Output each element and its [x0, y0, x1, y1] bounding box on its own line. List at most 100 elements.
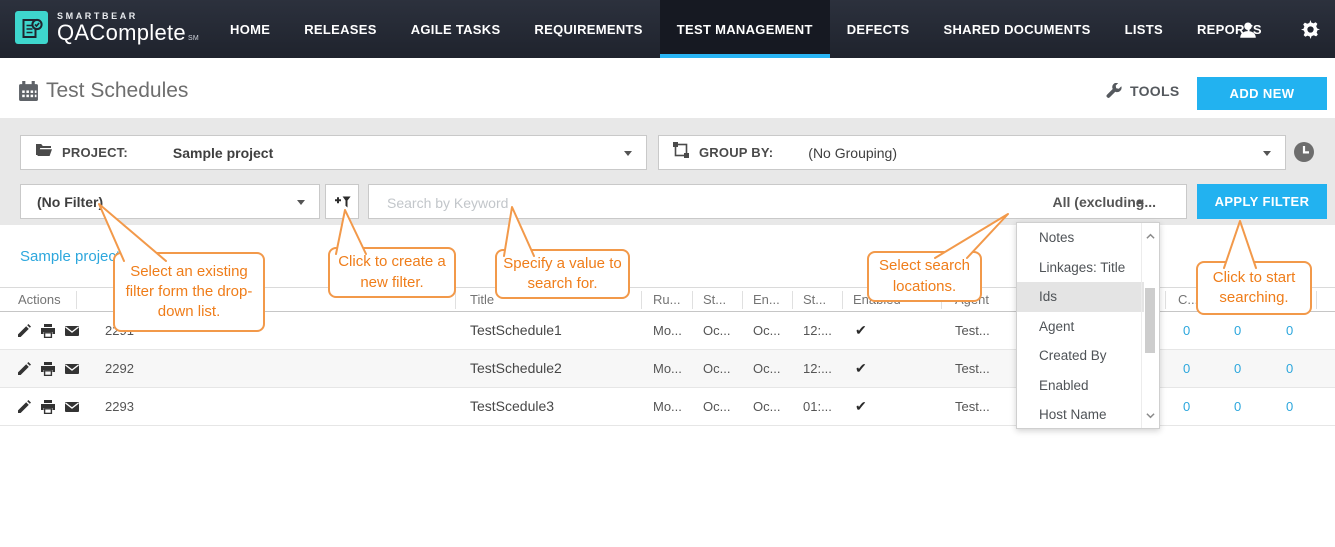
edit-pencil-icon[interactable] — [17, 400, 31, 414]
nav-item-requirements[interactable]: REQUIREMENTS — [517, 0, 659, 58]
calendar-icon — [18, 81, 39, 107]
column-header-start[interactable]: St... — [703, 288, 726, 312]
nav-item-defects[interactable]: DEFECTS — [830, 0, 927, 58]
column-divider — [742, 291, 743, 309]
cell-time: 12:... — [803, 323, 832, 338]
enabled-check-icon: ✔ — [855, 360, 867, 376]
dropdown-item-host-name[interactable]: Host Name — [1017, 400, 1144, 430]
qacomplete-app: SMARTBEAR QAComplete SM HOME RELEASES AGI… — [0, 0, 1335, 547]
cell-title: TestSchedule2 — [470, 360, 562, 376]
saved-filter-select[interactable]: (No Filter) — [20, 184, 320, 219]
cell-start: Oc... — [703, 361, 731, 376]
nav-item-reports[interactable]: REPORTS — [1180, 0, 1279, 58]
cell-count-link[interactable]: 0 — [1286, 312, 1293, 349]
cell-title: TestSchedule1 — [470, 322, 562, 338]
dropdown-item-enabled[interactable]: Enabled — [1017, 371, 1144, 401]
row-actions — [17, 312, 79, 349]
group-by-icon — [673, 142, 689, 163]
edit-pencil-icon[interactable] — [17, 324, 31, 338]
page-title: Test Schedules — [46, 79, 189, 102]
column-divider — [692, 291, 693, 309]
dropdown-item-notes[interactable]: Notes — [1017, 223, 1144, 253]
smartbear-logo-icon — [15, 11, 48, 45]
print-icon[interactable] — [41, 399, 55, 414]
cell-count-link[interactable]: 0 — [1183, 388, 1190, 425]
saved-filter-value: (No Filter) — [37, 193, 104, 210]
edit-pencil-icon[interactable] — [17, 362, 31, 376]
scroll-down-icon[interactable] — [1146, 406, 1155, 424]
nav-item-lists[interactable]: LISTS — [1108, 0, 1180, 58]
service-mark: SM — [187, 35, 200, 42]
column-divider — [842, 291, 843, 309]
enabled-check-icon: ✔ — [855, 398, 867, 414]
email-envelope-icon[interactable] — [65, 400, 79, 414]
nav-item-agile-tasks[interactable]: AGILE TASKS — [394, 0, 518, 58]
scroll-up-icon[interactable] — [1146, 227, 1155, 245]
cell-count-link[interactable]: 0 — [1183, 350, 1190, 387]
callout-search-locations: Select search locations. — [867, 251, 982, 302]
project-select[interactable]: PROJECT: Sample project — [20, 135, 647, 170]
dropdown-item-created-by[interactable]: Created By — [1017, 341, 1144, 371]
cell-start: Oc... — [703, 399, 731, 414]
cell-id: 2293 — [105, 399, 134, 414]
dropdown-item-ids[interactable]: Ids — [1017, 282, 1144, 312]
column-header-run[interactable]: Ru... — [653, 288, 680, 312]
cell-id: 2292 — [105, 361, 134, 376]
group-by-label: GROUP BY: — [699, 145, 774, 160]
chevron-down-icon — [624, 151, 632, 156]
apply-filter-button[interactable]: APPLY FILTER — [1197, 184, 1327, 219]
column-header-time[interactable]: St... — [803, 288, 826, 312]
print-icon[interactable] — [41, 361, 55, 376]
callout-select-existing-filter: Select an existing filter form the drop-… — [113, 252, 265, 332]
cell-count-link[interactable]: 0 — [1286, 388, 1293, 425]
project-group-link[interactable]: Sample project — [20, 248, 120, 265]
callout-create-new-filter: Click to create a new filter. — [328, 247, 456, 298]
cell-count-link[interactable]: 0 — [1234, 350, 1241, 387]
group-by-value: (No Grouping) — [808, 144, 897, 161]
column-header-actions[interactable]: Actions — [18, 288, 61, 312]
cell-count-link[interactable]: 0 — [1234, 312, 1241, 349]
folder-icon — [35, 143, 52, 162]
project-value: Sample project — [172, 144, 274, 161]
chevron-up-icon — [1136, 199, 1144, 204]
add-new-button[interactable]: ADD NEW — [1197, 77, 1327, 110]
column-header-end[interactable]: En... — [753, 288, 780, 312]
gear-icon[interactable] — [1301, 20, 1321, 40]
print-icon[interactable] — [41, 323, 55, 338]
cell-run: Mo... — [653, 399, 682, 414]
search-locations-dropdown: Notes Linkages: Title Ids Agent Created … — [1016, 222, 1160, 429]
dropdown-scrollbar[interactable] — [1141, 223, 1159, 428]
keyword-search-box: All (excluding... — [368, 184, 1187, 220]
email-envelope-icon[interactable] — [65, 362, 79, 376]
cell-count-link[interactable]: 0 — [1286, 350, 1293, 387]
cell-start: Oc... — [703, 323, 731, 338]
history-clock-icon[interactable] — [1292, 140, 1316, 164]
create-filter-button[interactable] — [325, 184, 359, 219]
nav-item-test-management[interactable]: TEST MANAGEMENT — [659, 0, 830, 58]
column-divider — [1165, 291, 1166, 309]
project-label: PROJECT: — [62, 145, 128, 160]
nav-item-shared-documents[interactable]: SHARED DOCUMENTS — [927, 0, 1108, 58]
enabled-check-icon: ✔ — [855, 322, 867, 338]
nav-item-home[interactable]: HOME — [213, 0, 287, 58]
dropdown-item-linkages-title[interactable]: Linkages: Title — [1017, 253, 1144, 283]
cell-agent: Test... — [955, 361, 990, 376]
search-input[interactable] — [385, 185, 949, 220]
group-by-select[interactable]: GROUP BY: (No Grouping) — [658, 135, 1286, 170]
user-icon[interactable] — [1238, 20, 1258, 40]
cell-time: 12:... — [803, 361, 832, 376]
nav-item-releases[interactable]: RELEASES — [287, 0, 393, 58]
add-filter-icon — [334, 196, 351, 207]
tools-label: TOOLS — [1130, 83, 1180, 99]
column-header-title[interactable]: Title — [470, 288, 494, 312]
tools-button[interactable]: TOOLS — [1106, 83, 1179, 99]
top-nav-bar: SMARTBEAR QAComplete SM HOME RELEASES AGI… — [0, 0, 1335, 58]
cell-count-link[interactable]: 0 — [1183, 312, 1190, 349]
column-divider — [76, 291, 77, 309]
cell-count-link[interactable]: 0 — [1234, 388, 1241, 425]
column-divider — [792, 291, 793, 309]
email-envelope-icon[interactable] — [65, 324, 79, 338]
dropdown-item-agent[interactable]: Agent — [1017, 312, 1144, 342]
brand-logo[interactable]: SMARTBEAR QAComplete SM — [15, 11, 199, 44]
scrollbar-thumb[interactable] — [1145, 288, 1155, 353]
